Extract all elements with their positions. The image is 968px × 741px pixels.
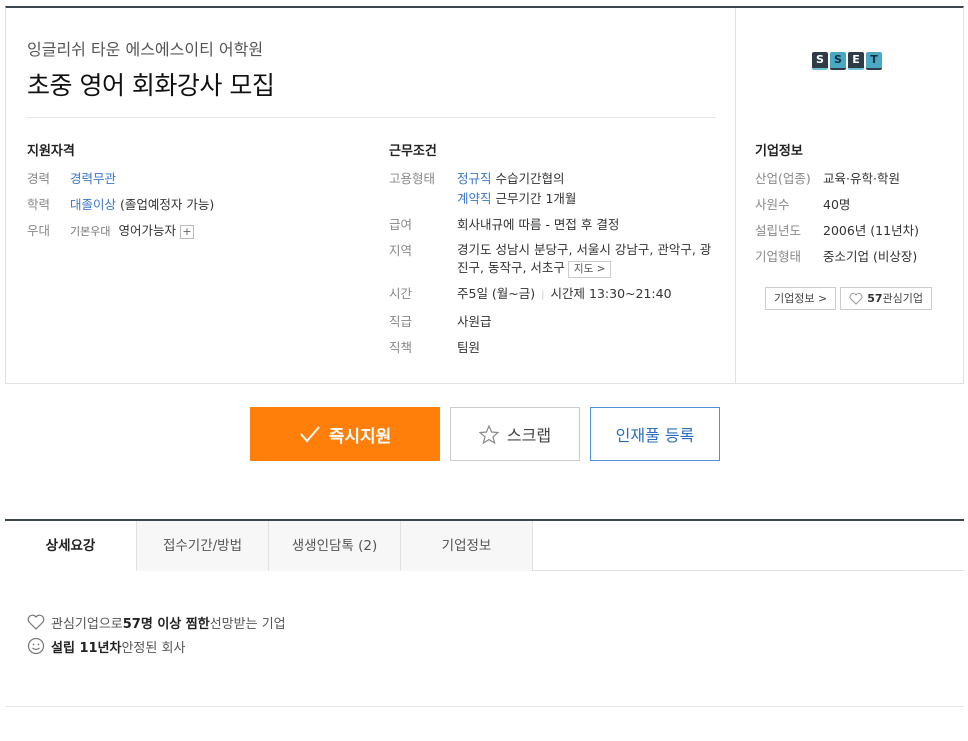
conditions-section: 근무조건 고용형태 정규직 수습기간협의 계약직 근무기간 1개월 급여 회사내… xyxy=(389,140,719,364)
education-row: 학력 대졸이상 (졸업예정자 가능) xyxy=(27,195,357,215)
salary-value: 회사내규에 따름 - 면접 후 결정 xyxy=(457,217,620,232)
section-title: 지원자격 xyxy=(27,144,75,159)
map-button[interactable]: 지도 > xyxy=(567,261,612,278)
preference-label: 우대 xyxy=(27,223,51,238)
staff-label: 사원수 xyxy=(755,197,790,212)
type-regular-note: 수습기간협의 xyxy=(495,171,565,186)
type-contract-note: 근무기간 1개월 xyxy=(495,191,577,206)
tab-application-period[interactable]: 접수기간/방법 xyxy=(137,521,269,571)
education-value[interactable]: 대졸이상 xyxy=(70,197,116,212)
duty-label: 직책 xyxy=(389,340,413,355)
education-note: (졸업예정자 가능) xyxy=(120,197,215,212)
talent-pool-label: 인재풀 등록 xyxy=(615,426,695,445)
company-buttons: 기업정보 > 57 관심기업 xyxy=(765,287,932,310)
heart-icon xyxy=(849,292,863,305)
job-summary-card: 잉글리쉬 타운 에스에스이티 어학원 초중 영어 회화강사 모집 지원자격 경력… xyxy=(5,6,964,384)
time-hours: 시간제 13:30~21:40 xyxy=(550,286,672,301)
company-name[interactable]: 잉글리쉬 타운 에스에스이티 어학원 xyxy=(27,36,263,60)
smile-icon xyxy=(27,637,45,655)
section-title: 기업정보 xyxy=(755,144,803,159)
type-regular[interactable]: 정규직 xyxy=(457,171,492,186)
founded-label: 설립년도 xyxy=(755,223,802,238)
industry-row: 산업(업종) 교육·유학·학원 xyxy=(755,169,955,189)
expand-plus-icon[interactable]: + xyxy=(180,224,194,239)
company-form-row: 기업형태 중소기업 (비상장) xyxy=(755,247,955,267)
company-form-label: 기업형태 xyxy=(755,249,802,264)
founded-value: 2006년 (11년차) xyxy=(823,223,919,238)
talent-pool-button[interactable]: 인재풀 등록 xyxy=(590,407,720,461)
highlight-favorites-post: 선망받는 기업 xyxy=(209,616,286,632)
highlight-established: 설립 11년차 안정된 회사 xyxy=(27,634,286,658)
company-form-value: 중소기업 (비상장) xyxy=(823,249,918,264)
preference-row: 우대 기본우대 영어가능자 + xyxy=(27,221,357,242)
rank-row: 직급 사원급 xyxy=(389,312,719,332)
type-contract[interactable]: 계약직 xyxy=(457,191,492,206)
industry-label: 산업(업종) xyxy=(755,171,811,186)
preference-value: 영어가능자 xyxy=(118,223,176,238)
duty-value: 팀원 xyxy=(457,340,481,355)
action-buttons: 즉시지원 스크랩 인재풀 등록 xyxy=(250,407,720,461)
divider xyxy=(27,117,716,118)
rank-label: 직급 xyxy=(389,314,413,329)
highlight-favorites-bold: 57명 이상 찜한 xyxy=(122,616,210,632)
logo-letter: S xyxy=(812,52,828,70)
employment-type-row: 고용형태 정규직 수습기간협의 계약직 근무기간 1개월 xyxy=(389,169,719,209)
time-days: 주5일 (월~금) xyxy=(457,286,536,301)
apply-label: 즉시지원 xyxy=(328,426,392,447)
salary-label: 급여 xyxy=(389,217,413,232)
time-separator: | xyxy=(541,290,545,301)
highlight-established-post: 안정된 회사 xyxy=(121,640,186,656)
company-info-section: 기업정보 산업(업종) 교육·유학·학원 사원수 40명 설립년도 2006년 … xyxy=(755,140,955,273)
favorite-company-button[interactable]: 57 관심기업 xyxy=(840,287,932,310)
time-label: 시간 xyxy=(389,286,413,301)
job-main-panel: 잉글리쉬 타운 에스에스이티 어학원 초중 영어 회화강사 모집 지원자격 경력… xyxy=(6,8,736,383)
logo-letter: E xyxy=(848,52,864,70)
scrap-label: 스크랩 xyxy=(506,426,552,445)
check-icon xyxy=(299,426,320,443)
logo-letter: T xyxy=(866,52,882,70)
heart-icon xyxy=(27,614,45,630)
rank-value: 사원급 xyxy=(457,314,492,329)
tab-reviews[interactable]: 생생인담톡 (2) xyxy=(269,521,401,571)
region-label: 지역 xyxy=(389,243,413,258)
employment-type-label: 고용형태 xyxy=(389,171,436,186)
section-title: 근무조건 xyxy=(389,144,437,159)
education-label: 학력 xyxy=(27,197,51,212)
duty-row: 직책 팀원 xyxy=(389,338,719,358)
founded-row: 설립년도 2006년 (11년차) xyxy=(755,221,955,241)
apply-button[interactable]: 즉시지원 xyxy=(250,407,440,461)
staff-row: 사원수 40명 xyxy=(755,195,955,215)
highlight-favorites: 관심기업으로 57명 이상 찜한 선망받는 기업 xyxy=(27,610,286,634)
salary-row: 급여 회사내규에 따름 - 면접 후 결정 xyxy=(389,215,719,235)
detail-tabs: 상세요강 접수기간/방법 생생인담톡 (2) 기업정보 xyxy=(5,519,964,571)
company-info-panel: S S E T 기업정보 산업(업종) 교육·유학·학원 사원수 40명 설립년… xyxy=(736,8,963,383)
tab-details[interactable]: 상세요강 xyxy=(5,521,137,571)
industry-value: 교육·유학·학원 xyxy=(823,171,900,186)
divider xyxy=(5,706,964,707)
region-row: 지역 경기도 성남시 분당구, 서울시 강남구, 관악구, 광진구, 동작구, … xyxy=(389,241,719,278)
highlight-established-bold: 설립 11년차 xyxy=(51,640,122,656)
favorite-count: 57 xyxy=(867,292,883,305)
star-icon xyxy=(478,424,499,444)
scrap-button[interactable]: 스크랩 xyxy=(450,407,580,461)
time-row: 시간 주5일 (월~금) | 시간제 13:30~21:40 xyxy=(389,284,719,306)
preference-mini-label: 기본우대 xyxy=(70,225,111,238)
company-info-button[interactable]: 기업정보 > xyxy=(765,287,837,310)
company-logo[interactable]: S S E T xyxy=(812,52,882,70)
highlight-favorites-pre: 관심기업으로 xyxy=(51,616,123,632)
career-label: 경력 xyxy=(27,171,51,186)
favorite-label: 관심기업 xyxy=(882,292,923,305)
tab-company-info[interactable]: 기업정보 xyxy=(401,521,533,571)
career-row: 경력 경력무관 xyxy=(27,169,357,189)
qualification-section: 지원자격 경력 경력무관 학력 대졸이상 (졸업예정자 가능) 우대 기본우대 영… xyxy=(27,140,357,248)
career-value[interactable]: 경력무관 xyxy=(70,169,116,189)
job-title: 초중 영어 회화강사 모집 xyxy=(27,71,275,100)
logo-letter: S xyxy=(830,52,846,70)
staff-value: 40명 xyxy=(823,197,851,212)
company-highlights: 관심기업으로 57명 이상 찜한 선망받는 기업 설립 11년차 안정된 회사 xyxy=(27,610,286,658)
